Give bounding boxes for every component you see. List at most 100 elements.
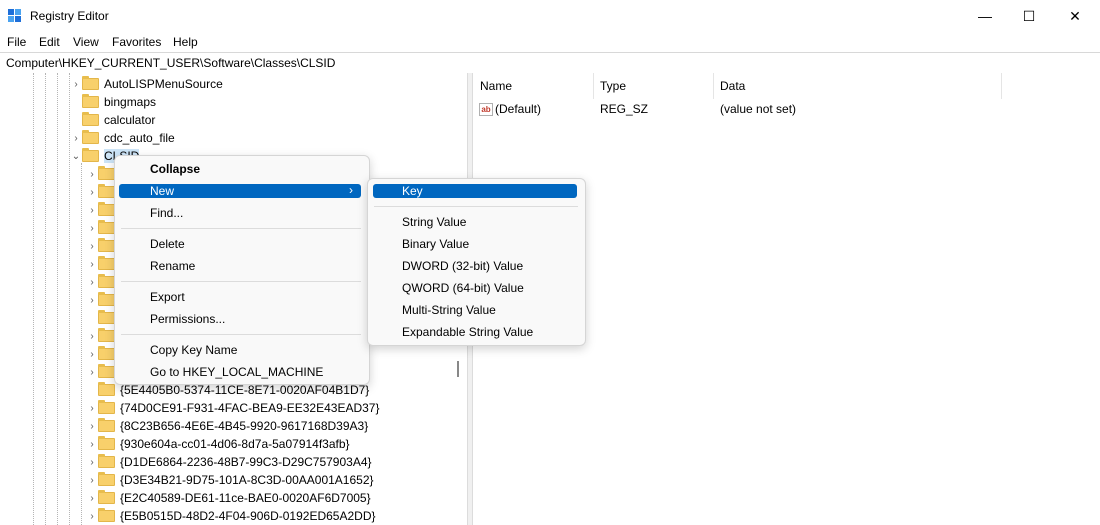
menu-item-permissions[interactable]: Permissions... xyxy=(150,312,225,326)
folder-icon xyxy=(98,292,115,306)
chevron-down-icon[interactable]: ⌄ xyxy=(70,151,82,162)
string-value-icon: ab xyxy=(479,103,493,117)
tree-item[interactable]: › {D1DE6864-2236-48B7-99C3-D29C757903A4} xyxy=(86,453,372,471)
chevron-right-icon[interactable]: › xyxy=(86,241,98,252)
column-divider[interactable] xyxy=(713,73,714,99)
maximize-icon: ☐ xyxy=(1022,7,1036,24)
tree-item-label: cdc_auto_file xyxy=(104,131,175,145)
chevron-right-icon[interactable]: › xyxy=(86,475,98,486)
tree-item[interactable]: › {8C23B656-4E6E-4B45-9920-9617168D39A3} xyxy=(86,417,368,435)
folder-icon xyxy=(98,472,115,486)
minimize-button[interactable]: — xyxy=(962,0,1008,32)
tree-item-label: {8C23B656-4E6E-4B45-9920-9617168D39A3} xyxy=(120,419,369,433)
maximize-button[interactable]: ☐ xyxy=(1006,0,1052,32)
folder-icon xyxy=(98,382,115,396)
tree-item[interactable]: › {D3E34B21-9D75-101A-8C3D-00AA001A1652} xyxy=(86,471,374,489)
tree-item[interactable]: calculator xyxy=(70,111,155,129)
chevron-right-icon[interactable]: › xyxy=(86,367,98,378)
tree-item[interactable]: bingmaps xyxy=(70,93,156,111)
chevron-right-icon[interactable]: › xyxy=(86,223,98,234)
folder-icon xyxy=(98,202,115,216)
chevron-right-icon[interactable]: › xyxy=(86,331,98,342)
tree-item-label: {E5B0515D-48D2-4F04-906D-0192ED65A2DD} xyxy=(120,509,376,523)
menu-separator xyxy=(121,281,361,282)
tree-item-label: {930e604a-cc01-4d06-8d7a-5a07914f3afb} xyxy=(120,437,350,451)
submenu-item-qword-value[interactable]: QWORD (64-bit) Value xyxy=(402,281,524,295)
address-path[interactable]: Computer\HKEY_CURRENT_USER\Software\Clas… xyxy=(6,56,335,70)
tree-item[interactable]: › {E2C40589-DE61-11ce-BAE0-0020AF6D7005} xyxy=(86,489,371,507)
chevron-right-icon[interactable]: › xyxy=(70,79,82,90)
menu-bar: File Edit View Favorites Help xyxy=(0,32,1100,52)
address-bar[interactable]: Computer\HKEY_CURRENT_USER\Software\Clas… xyxy=(0,52,1100,74)
tree-item-label: calculator xyxy=(104,113,156,127)
chevron-right-icon[interactable]: › xyxy=(86,295,98,306)
tree-item-label: {5E4405B0-5374-11CE-8E71-0020AF04B1D7} xyxy=(120,383,370,397)
submenu-item-binary-value[interactable]: Binary Value xyxy=(402,237,469,251)
value-name: (Default) xyxy=(495,102,542,116)
close-button[interactable]: ✕ xyxy=(1052,0,1098,32)
value-data: (value not set) xyxy=(720,102,797,116)
folder-icon xyxy=(98,274,115,288)
menu-item-collapse[interactable]: Collapse xyxy=(150,162,200,176)
tree-item[interactable]: › {930e604a-cc01-4d06-8d7a-5a07914f3afb} xyxy=(86,435,350,453)
chevron-right-icon[interactable]: › xyxy=(86,205,98,216)
folder-icon xyxy=(98,328,115,342)
submenu-item-expandable-string-value[interactable]: Expandable String Value xyxy=(402,325,533,339)
menu-separator xyxy=(121,228,361,229)
folder-icon xyxy=(98,508,115,522)
chevron-right-icon[interactable]: › xyxy=(86,169,98,180)
chevron-right-icon[interactable]: › xyxy=(86,439,98,450)
folder-icon xyxy=(82,112,99,126)
chevron-right-icon[interactable]: › xyxy=(86,457,98,468)
tree-item[interactable]: › {74D0CE91-F931-4FAC-BEA9-EE32E43EAD37} xyxy=(86,399,379,417)
chevron-right-icon[interactable]: › xyxy=(86,493,98,504)
value-row-name[interactable]: ab (Default) xyxy=(479,102,542,117)
column-divider[interactable] xyxy=(593,73,594,99)
menu-view[interactable]: View xyxy=(73,35,99,49)
chevron-right-icon[interactable]: › xyxy=(86,349,98,360)
folder-icon xyxy=(98,346,115,360)
chevron-right-icon[interactable]: › xyxy=(86,511,98,522)
submenu-item-string-value[interactable]: String Value xyxy=(402,215,466,229)
menu-item-goto-hklm[interactable]: Go to HKEY_LOCAL_MACHINE xyxy=(150,365,323,379)
chevron-right-icon: › xyxy=(349,183,353,197)
column-header-name[interactable]: Name xyxy=(480,79,512,93)
chevron-right-icon[interactable]: › xyxy=(86,187,98,198)
column-header-data[interactable]: Data xyxy=(720,79,745,93)
chevron-right-icon[interactable]: › xyxy=(86,259,98,270)
chevron-right-icon[interactable]: › xyxy=(70,133,82,144)
column-divider[interactable] xyxy=(1001,73,1002,99)
menu-edit[interactable]: Edit xyxy=(39,35,60,49)
menu-item-copy-key-name[interactable]: Copy Key Name xyxy=(150,343,237,357)
tree-item[interactable]: › AutoLISPMenuSource xyxy=(70,75,223,93)
column-header-type[interactable]: Type xyxy=(600,79,626,93)
menu-item-rename[interactable]: Rename xyxy=(150,259,195,273)
tree-item-label: {74D0CE91-F931-4FAC-BEA9-EE32E43EAD37} xyxy=(120,401,380,415)
folder-icon xyxy=(82,94,99,108)
folder-icon xyxy=(98,256,115,270)
tree-guide-line xyxy=(81,163,82,525)
folder-icon xyxy=(98,364,115,378)
chevron-right-icon[interactable]: › xyxy=(86,403,98,414)
menu-favorites[interactable]: Favorites xyxy=(112,35,161,49)
menu-item-delete[interactable]: Delete xyxy=(150,237,185,251)
menu-item-export[interactable]: Export xyxy=(150,290,185,304)
tree-guide-line xyxy=(33,73,34,525)
value-type: REG_SZ xyxy=(600,102,649,116)
menu-help[interactable]: Help xyxy=(173,35,198,49)
folder-icon xyxy=(98,490,115,504)
tree-item[interactable]: › cdc_auto_file xyxy=(70,129,175,147)
submenu-item-dword-value[interactable]: DWORD (32-bit) Value xyxy=(402,259,523,273)
submenu-item-multi-string-value[interactable]: Multi-String Value xyxy=(402,303,496,317)
menu-file[interactable]: File xyxy=(7,35,26,49)
scrollbar-thumb[interactable] xyxy=(457,361,459,377)
tree-item-label: {E2C40589-DE61-11ce-BAE0-0020AF6D7005} xyxy=(120,491,371,505)
tree-guide-line xyxy=(45,73,46,525)
chevron-right-icon[interactable]: › xyxy=(86,277,98,288)
menu-item-find[interactable]: Find... xyxy=(150,206,183,220)
tree-item[interactable]: › {E5B0515D-48D2-4F04-906D-0192ED65A2DD} xyxy=(86,507,376,525)
registry-editor-app-icon xyxy=(8,9,21,22)
chevron-right-icon[interactable]: › xyxy=(86,421,98,432)
folder-icon xyxy=(98,418,115,432)
menu-separator xyxy=(374,206,578,207)
